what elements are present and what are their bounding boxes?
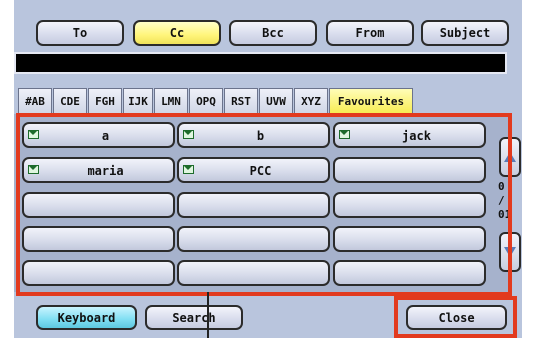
cc-label: Cc	[169, 26, 185, 40]
bcc-button[interactable]: Bcc	[229, 20, 317, 46]
subject-label: Subject	[439, 26, 491, 40]
tab-uvw[interactable]: UVW	[259, 88, 293, 114]
tab-opq[interactable]: OPQ	[189, 88, 223, 114]
search-label: Search	[172, 310, 216, 325]
to-label: To	[72, 26, 88, 40]
tab-rst[interactable]: RST	[224, 88, 258, 114]
close-button-highlight	[394, 296, 517, 338]
from-label: From	[355, 26, 385, 40]
tab-fgh[interactable]: FGH	[88, 88, 122, 114]
entry-grid-highlight	[16, 113, 512, 296]
tab-cde[interactable]: CDE	[53, 88, 87, 114]
address-input[interactable]	[14, 52, 507, 74]
tab-xyz[interactable]: XYZ	[294, 88, 328, 114]
subject-button[interactable]: Subject	[421, 20, 509, 46]
cc-button[interactable]: Cc	[133, 20, 221, 46]
tab-ab[interactable]: #AB	[18, 88, 52, 114]
tab-lmn[interactable]: LMN	[154, 88, 188, 114]
callout-pointer-line	[207, 292, 209, 338]
from-button[interactable]: From	[326, 20, 414, 46]
search-button[interactable]: Search	[145, 305, 243, 330]
tab-favourites[interactable]: Favourites	[329, 88, 413, 114]
to-button[interactable]: To	[36, 20, 124, 46]
keyboard-label: Keyboard	[57, 310, 116, 325]
keyboard-button[interactable]: Keyboard	[36, 305, 137, 330]
right-margin	[522, 0, 536, 338]
bcc-label: Bcc	[262, 26, 284, 40]
left-margin	[0, 0, 14, 338]
tab-ijk[interactable]: IJK	[123, 88, 153, 114]
